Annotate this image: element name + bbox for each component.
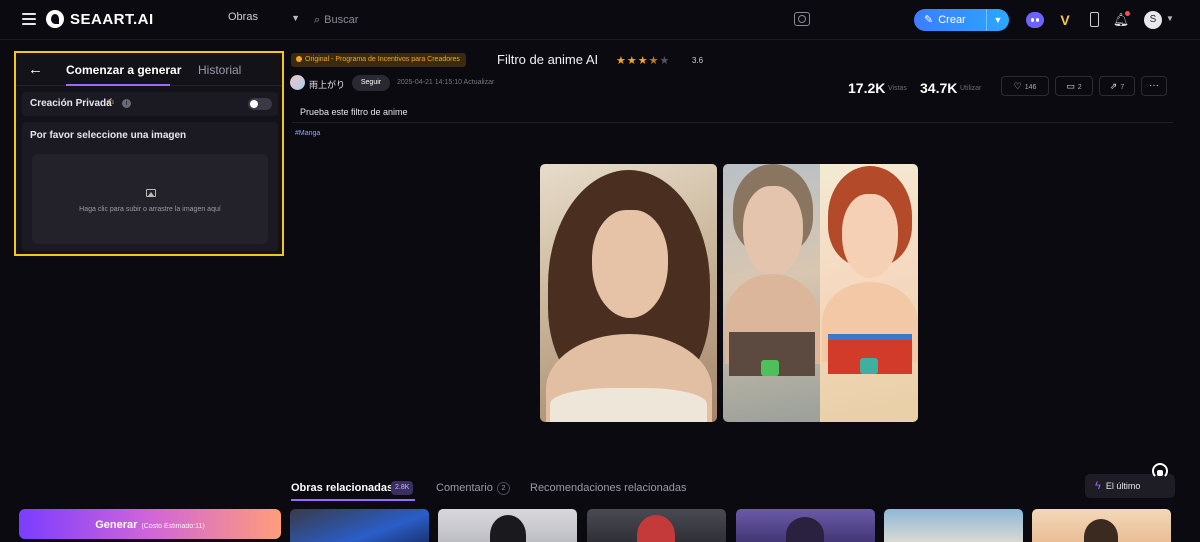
rating-stars: ★★★★★ xyxy=(616,55,671,67)
generate-button-label: Generar xyxy=(95,519,138,531)
related-thumbnail[interactable] xyxy=(438,509,577,542)
chevron-down-icon: ▼ xyxy=(291,13,300,23)
generate-cost: (Costo Estimado:11) xyxy=(141,523,205,530)
private-creation-row: Creación Privada ✍ i xyxy=(22,92,278,116)
generation-panel: ← Comenzar a generar Historial Creación … xyxy=(14,51,284,256)
original-photo[interactable] xyxy=(540,164,717,422)
author-avatar[interactable] xyxy=(290,75,305,90)
top-bar: SEAART.AI Obras ▼ ⌕ ✎ Crear ▼ V 🔔︎ S ▼ xyxy=(0,0,1200,40)
uses-count: 34.7K xyxy=(920,80,958,96)
tag-link[interactable]: #Manga xyxy=(295,130,320,137)
related-count-badge: 2.8K xyxy=(391,481,414,495)
discord-icon[interactable] xyxy=(1026,11,1044,29)
logo[interactable]: SEAART.AI xyxy=(46,10,154,28)
comparison-photo xyxy=(723,164,820,422)
tab-recommendations[interactable]: Recomendaciones relacionadas xyxy=(530,482,687,494)
more-icon[interactable]: ··· xyxy=(1141,76,1167,96)
updated-timestamp: 2025-04-21 14:15:10 Actualizar xyxy=(397,79,495,86)
headset-icon[interactable] xyxy=(1152,463,1168,479)
anime-result xyxy=(820,164,918,422)
tab-related-works[interactable]: Obras relacionadas xyxy=(291,482,393,494)
camera-icon[interactable] xyxy=(794,12,810,26)
tab-comments[interactable]: Comentario xyxy=(436,482,493,494)
share-button[interactable]: ⇗ 7 xyxy=(1099,76,1135,96)
upload-title: Por favor seleccione una imagen xyxy=(30,130,187,141)
related-thumbnail[interactable] xyxy=(587,509,726,542)
search-box: ⌕ xyxy=(314,11,614,29)
divider xyxy=(292,122,1173,123)
uses-label: Utilizar xyxy=(960,85,982,92)
upload-hint: Haga clic para subir o arrastre la image… xyxy=(79,206,221,213)
follow-button[interactable]: Seguir xyxy=(352,75,390,91)
private-creation-toggle[interactable] xyxy=(248,98,272,110)
image-upload-dropzone[interactable]: Haga clic para subir o arrastre la image… xyxy=(32,154,268,244)
comments-count-badge: 2 xyxy=(497,482,510,495)
related-thumbnail[interactable] xyxy=(290,509,429,542)
related-thumbnail[interactable] xyxy=(1032,509,1171,542)
active-tab-indicator xyxy=(66,84,170,86)
logo-icon xyxy=(46,10,64,28)
generate-button[interactable]: Generar (Costo Estimado:11) xyxy=(19,509,281,539)
menu-icon[interactable] xyxy=(22,13,36,25)
comment-button[interactable]: ▭ 2 xyxy=(1055,76,1093,96)
create-icon: ✎ xyxy=(924,14,934,26)
tab-generate[interactable]: Comenzar a generar xyxy=(66,63,181,77)
tab-history[interactable]: Historial xyxy=(198,63,241,77)
vip-icon: ✍ xyxy=(106,97,115,108)
info-icon[interactable]: i xyxy=(122,99,131,108)
search-input[interactable] xyxy=(324,14,585,26)
related-thumbnail[interactable] xyxy=(736,509,875,542)
heart-icon: ♡ xyxy=(1013,81,1022,91)
category-select[interactable]: Obras ▼ xyxy=(228,11,304,29)
notification-dot xyxy=(1125,11,1130,16)
share-icon: ⇗ xyxy=(1109,81,1118,91)
logo-text: SEAART.AI xyxy=(70,10,154,28)
post-description: Prueba este filtro de anime xyxy=(300,107,408,117)
upload-card: Por favor seleccione una imagen Haga cli… xyxy=(22,122,278,251)
create-button[interactable]: ✎ Crear ▼ xyxy=(914,9,1009,31)
back-arrow-icon[interactable]: ← xyxy=(28,61,43,78)
create-dropdown-button[interactable]: ▼ xyxy=(986,9,1009,31)
avatar[interactable]: S xyxy=(1144,11,1162,29)
bell-icon[interactable]: 🔔︎ xyxy=(1112,11,1130,29)
panel-header: ← Comenzar a generar Historial xyxy=(16,53,282,86)
vip-icon[interactable]: V xyxy=(1056,11,1074,29)
original-badge[interactable]: Original - Programa de Incentivos para C… xyxy=(291,53,466,67)
phone-icon[interactable] xyxy=(1085,11,1103,29)
lightning-icon: ϟ xyxy=(1095,480,1101,492)
author-name[interactable]: 雨上がり xyxy=(309,78,345,91)
create-button-label: Crear xyxy=(938,14,966,26)
private-creation-label: Creación Privada xyxy=(30,98,112,109)
related-thumbnail[interactable] xyxy=(884,509,1023,542)
chevron-down-icon[interactable]: ▼ xyxy=(1166,14,1174,23)
comment-icon: ▭ xyxy=(1066,81,1075,91)
views-count: 17.2K xyxy=(848,80,886,96)
like-button[interactable]: ♡ 146 xyxy=(1001,76,1049,96)
anime-comparison-image[interactable] xyxy=(723,164,918,422)
page-title: Filtro de anime AI xyxy=(497,52,599,67)
views-label: Vistas xyxy=(888,85,907,92)
search-icon: ⌕ xyxy=(314,13,321,26)
category-select-value: Obras xyxy=(228,11,258,23)
rating-value: 3.6 xyxy=(692,56,704,65)
active-tab-indicator xyxy=(291,499,415,501)
image-icon xyxy=(146,189,156,197)
